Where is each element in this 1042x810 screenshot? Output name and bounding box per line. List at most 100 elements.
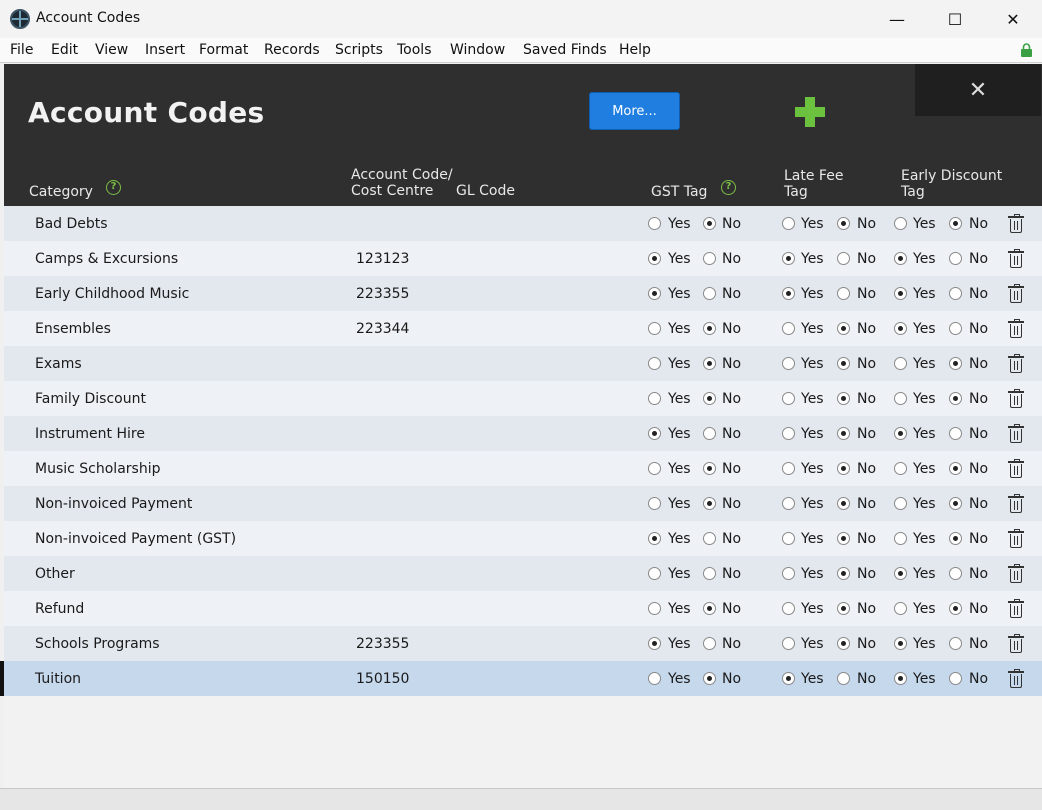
late-fee-yes-label[interactable]: Yes xyxy=(801,321,824,337)
menu-format[interactable]: Format xyxy=(199,42,248,58)
table-row[interactable]: Schools Programs 223355 Yes No Yes No Yes No xyxy=(4,626,1042,661)
late-fee-no-label[interactable]: No xyxy=(857,566,876,582)
gst-yes-radio[interactable] xyxy=(648,637,661,650)
late-fee-yes-label[interactable]: Yes xyxy=(801,496,824,512)
category-cell[interactable]: Schools Programs xyxy=(35,636,160,652)
early-discount-yes-radio[interactable] xyxy=(894,322,907,335)
early-discount-yes-label[interactable]: Yes xyxy=(913,216,936,232)
early-discount-yes-radio[interactable] xyxy=(894,357,907,370)
early-discount-yes-label[interactable]: Yes xyxy=(913,601,936,617)
category-cell[interactable]: Bad Debts xyxy=(35,216,108,232)
trash-icon[interactable] xyxy=(1008,494,1024,513)
category-cell[interactable]: Other xyxy=(35,566,75,582)
close-layout-button[interactable]: ✕ xyxy=(915,64,1041,116)
late-fee-no-radio[interactable] xyxy=(837,567,850,580)
early-discount-yes-label[interactable]: Yes xyxy=(913,461,936,477)
early-discount-no-label[interactable]: No xyxy=(969,496,988,512)
early-discount-yes-radio[interactable] xyxy=(894,217,907,230)
early-discount-yes-label[interactable]: Yes xyxy=(913,531,936,547)
table-row[interactable]: Refund Yes No Yes No Yes No xyxy=(4,591,1042,626)
window-close-button[interactable]: ✕ xyxy=(984,0,1042,38)
late-fee-yes-label[interactable]: Yes xyxy=(801,566,824,582)
late-fee-no-radio[interactable] xyxy=(837,427,850,440)
late-fee-yes-label[interactable]: Yes xyxy=(801,356,824,372)
gst-yes-label[interactable]: Yes xyxy=(668,251,691,267)
late-fee-no-label[interactable]: No xyxy=(857,671,876,687)
late-fee-no-label[interactable]: No xyxy=(857,251,876,267)
menu-edit[interactable]: Edit xyxy=(51,42,78,58)
trash-icon[interactable] xyxy=(1008,389,1024,408)
category-cell[interactable]: Early Childhood Music xyxy=(35,286,189,302)
late-fee-yes-label[interactable]: Yes xyxy=(801,251,824,267)
early-discount-no-radio[interactable] xyxy=(949,392,962,405)
late-fee-no-label[interactable]: No xyxy=(857,286,876,302)
late-fee-yes-label[interactable]: Yes xyxy=(801,391,824,407)
category-cell[interactable]: Tuition xyxy=(35,671,81,687)
early-discount-yes-radio[interactable] xyxy=(894,287,907,300)
gst-no-label[interactable]: No xyxy=(722,461,741,477)
help-icon[interactable]: ? xyxy=(106,180,121,195)
late-fee-no-label[interactable]: No xyxy=(857,391,876,407)
early-discount-no-radio[interactable] xyxy=(949,532,962,545)
late-fee-yes-label[interactable]: Yes xyxy=(801,531,824,547)
late-fee-no-label[interactable]: No xyxy=(857,321,876,337)
late-fee-yes-radio[interactable] xyxy=(782,532,795,545)
gst-no-radio[interactable] xyxy=(703,567,716,580)
gst-no-label[interactable]: No xyxy=(722,601,741,617)
late-fee-yes-radio[interactable] xyxy=(782,672,795,685)
category-cell[interactable]: Exams xyxy=(35,356,82,372)
gst-no-radio[interactable] xyxy=(703,602,716,615)
late-fee-no-label[interactable]: No xyxy=(857,496,876,512)
early-discount-yes-label[interactable]: Yes xyxy=(913,251,936,267)
menu-insert[interactable]: Insert xyxy=(145,42,185,58)
early-discount-yes-radio[interactable] xyxy=(894,672,907,685)
early-discount-no-radio[interactable] xyxy=(949,567,962,580)
late-fee-yes-label[interactable]: Yes xyxy=(801,426,824,442)
gst-yes-label[interactable]: Yes xyxy=(668,496,691,512)
early-discount-yes-label[interactable]: Yes xyxy=(913,356,936,372)
early-discount-no-radio[interactable] xyxy=(949,322,962,335)
gst-yes-label[interactable]: Yes xyxy=(668,321,691,337)
late-fee-no-radio[interactable] xyxy=(837,322,850,335)
table-row[interactable]: Camps & Excursions 123123 Yes No Yes No Yes No xyxy=(4,241,1042,276)
gst-yes-label[interactable]: Yes xyxy=(668,356,691,372)
trash-icon[interactable] xyxy=(1008,249,1024,268)
late-fee-yes-radio[interactable] xyxy=(782,217,795,230)
late-fee-no-radio[interactable] xyxy=(837,672,850,685)
late-fee-yes-label[interactable]: Yes xyxy=(801,671,824,687)
gst-no-label[interactable]: No xyxy=(722,426,741,442)
gst-yes-radio[interactable] xyxy=(648,427,661,440)
early-discount-yes-label[interactable]: Yes xyxy=(913,566,936,582)
gst-yes-radio[interactable] xyxy=(648,357,661,370)
gst-yes-label[interactable]: Yes xyxy=(668,531,691,547)
late-fee-yes-radio[interactable] xyxy=(782,427,795,440)
early-discount-no-radio[interactable] xyxy=(949,637,962,650)
gst-no-label[interactable]: No xyxy=(722,321,741,337)
category-cell[interactable]: Family Discount xyxy=(35,391,146,407)
add-plus-icon[interactable] xyxy=(795,97,825,127)
late-fee-yes-label[interactable]: Yes xyxy=(801,216,824,232)
minimize-button[interactable]: — xyxy=(868,0,926,38)
early-discount-yes-label[interactable]: Yes xyxy=(913,671,936,687)
account-code-cell[interactable]: 150150 xyxy=(356,671,409,687)
table-row[interactable]: Exams Yes No Yes No Yes No xyxy=(4,346,1042,381)
table-row[interactable]: Tuition 150150 Yes No Yes No Yes No xyxy=(0,661,1042,696)
early-discount-yes-label[interactable]: Yes xyxy=(913,321,936,337)
early-discount-no-label[interactable]: No xyxy=(969,286,988,302)
more-button[interactable]: More... xyxy=(589,92,680,130)
account-code-cell[interactable]: 223344 xyxy=(356,321,409,337)
gst-no-radio[interactable] xyxy=(703,532,716,545)
lock-icon[interactable] xyxy=(1020,43,1033,57)
gst-no-radio[interactable] xyxy=(703,392,716,405)
late-fee-no-radio[interactable] xyxy=(837,602,850,615)
table-row[interactable]: Bad Debts Yes No Yes No Yes No xyxy=(4,206,1042,241)
gst-yes-label[interactable]: Yes xyxy=(668,216,691,232)
early-discount-yes-label[interactable]: Yes xyxy=(913,391,936,407)
late-fee-yes-radio[interactable] xyxy=(782,287,795,300)
category-cell[interactable]: Non-invoiced Payment xyxy=(35,496,192,512)
menu-window[interactable]: Window xyxy=(450,42,505,58)
early-discount-yes-radio[interactable] xyxy=(894,462,907,475)
trash-icon[interactable] xyxy=(1008,424,1024,443)
table-row[interactable]: Music Scholarship Yes No Yes No Yes No xyxy=(4,451,1042,486)
early-discount-no-radio[interactable] xyxy=(949,497,962,510)
